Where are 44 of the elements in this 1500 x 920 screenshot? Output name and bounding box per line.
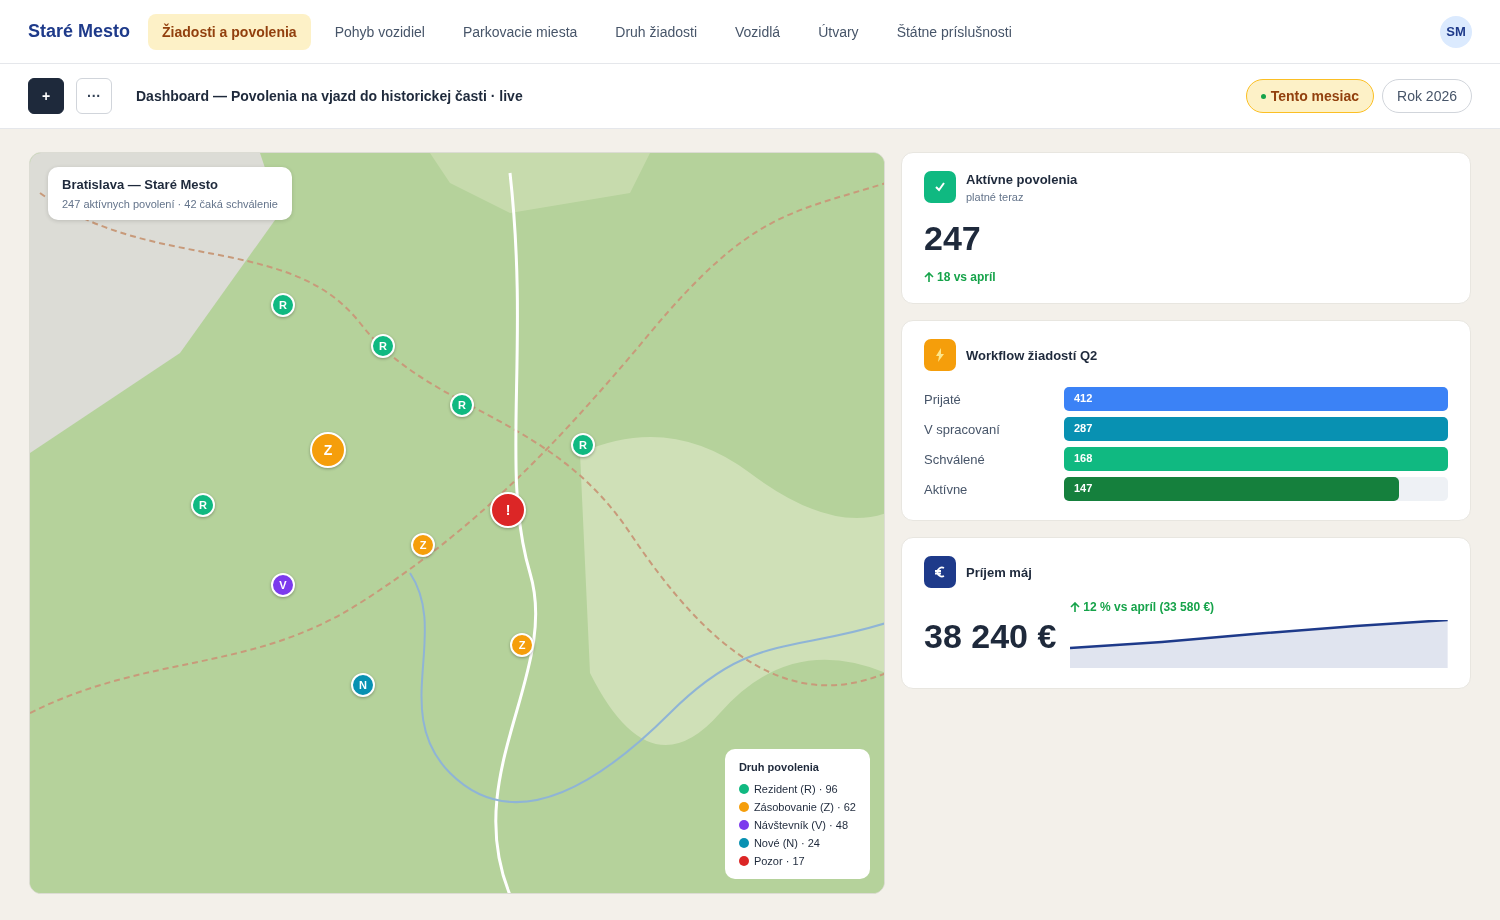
card-title: Aktívne povolenia: [966, 171, 1078, 187]
legend-label: Nové (N) · 24: [753, 837, 820, 849]
nav-tab[interactable]: Štátne príslušnosti: [882, 13, 1026, 50]
checkmark-icon: [933, 180, 947, 194]
map-title: Bratislava — Staré Mesto: [62, 177, 220, 192]
card-subtitle: platné teraz: [966, 190, 1025, 203]
stat-value: 247: [924, 219, 982, 258]
page-title: Dashboard — Povolenia na vjazd do historickej časti · live: [136, 88, 523, 104]
bar-value: 287: [1074, 422, 1093, 434]
nav-tab[interactable]: Vozidlá: [721, 13, 795, 50]
nav-tab[interactable]: Žiadosti a povolenia: [148, 13, 311, 50]
nav-tab[interactable]: Parkovacie miesta: [448, 13, 592, 50]
period-filter[interactable]: Rok 2026: [1382, 79, 1472, 113]
legend-label: Návštevník (V) · 48: [753, 819, 849, 831]
bar-label: Prijaté: [924, 391, 962, 407]
arrow-up-icon: [1070, 601, 1081, 613]
bar-label: Schválené: [924, 451, 986, 467]
euro-icon: [933, 565, 947, 579]
nav-tab[interactable]: Útvary: [804, 13, 873, 50]
add-button[interactable]: +: [28, 78, 64, 114]
more-button[interactable]: ···: [76, 78, 112, 114]
bar-value: 147: [1074, 482, 1093, 494]
map[interactable]: Bratislava — Staré Mesto 247 aktívnych povolení · 42 čaká schválenie R R R Z R R ! Z V Z N Druh povolenia Rezident (R) · 96 Zásobovanie (Z) · 62 Návštevník (V) · 48 Nové (N) · 24 Pozor · 17: [29, 152, 885, 894]
period-filter[interactable]: Tento mesiac: [1245, 79, 1375, 113]
lightning-icon: [935, 348, 945, 362]
card-title: Workflow žiadostí Q2: [966, 347, 1098, 363]
revenue-value: 38 240 €: [924, 617, 1057, 656]
legend-label: Zásobovanie (Z) · 62: [753, 801, 856, 813]
bar-value: 168: [1074, 452, 1093, 464]
brand-logo[interactable]: Staré Mesto: [28, 21, 131, 42]
stat-delta: 18 vs apríl: [937, 270, 996, 284]
bar-label: Aktívne: [924, 481, 969, 497]
bar-value: 412: [1074, 392, 1093, 404]
legend-title: Druh povolenia: [738, 761, 820, 773]
map-subtitle: 247 aktívnych povolení · 42 čaká schválenie: [62, 198, 278, 210]
bar-label: V spracovaní: [924, 421, 1001, 437]
user-avatar[interactable]: SM: [1440, 15, 1472, 48]
card-title: Príjem máj: [966, 564, 1032, 580]
revenue-delta: 12 % vs apríl (33 580 €): [1083, 600, 1215, 614]
legend-label: Pozor · 17: [753, 855, 805, 867]
nav-tab[interactable]: Druh žiadosti: [601, 13, 711, 50]
arrow-up-icon: [924, 271, 934, 283]
nav-tab[interactable]: Pohyb vozidiel: [320, 13, 439, 50]
legend-label: Rezident (R) · 96: [753, 783, 838, 795]
